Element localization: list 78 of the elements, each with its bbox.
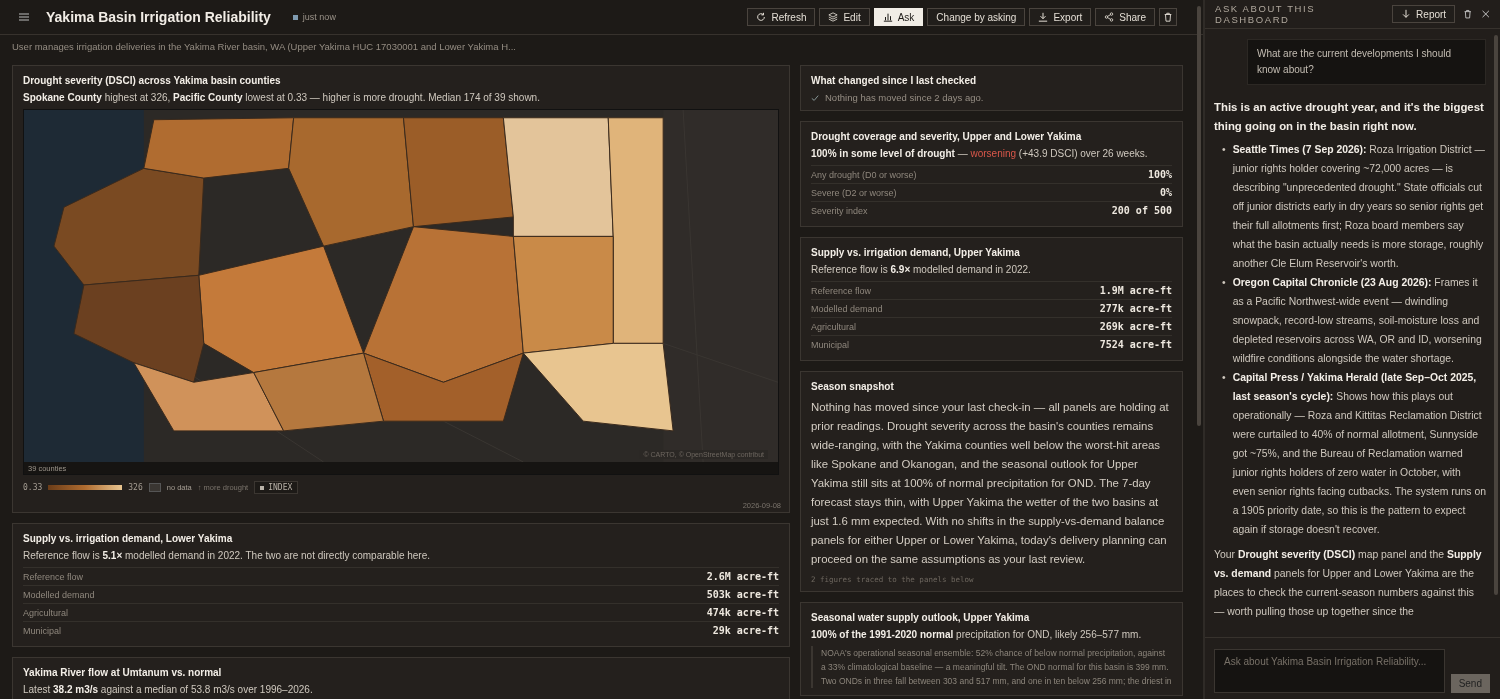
- metric-value: 277k acre-ft: [1099, 303, 1172, 314]
- toolbar-button[interactable]: Export: [1029, 8, 1092, 26]
- panel-title: Seasonal water supply outlook, Upper Yakima: [811, 612, 1031, 623]
- bar-chart-icon: [882, 12, 893, 22]
- metric-value: 100%: [1147, 169, 1172, 180]
- index-toggle[interactable]: INDEX: [254, 481, 299, 494]
- metric-label: Any drought (D0 or worse): [811, 169, 917, 180]
- panel-summary: Reference flow is 5.1× modelled demand in 2022. The two are not directly comparable here.: [23, 550, 431, 561]
- question-input[interactable]: Ask about Yakima Basin Irrigation Reliability...: [1214, 649, 1445, 693]
- panel-title: Drought severity (DSCI) across Yakima basin counties: [23, 75, 282, 86]
- metric-value: 474k acre-ft: [706, 607, 779, 618]
- menu-icon[interactable]: [18, 11, 30, 23]
- toolbar-button[interactable]: Refresh: [747, 8, 816, 26]
- metric-value: 200 of 500: [1111, 205, 1172, 216]
- dashboard-title: Yakima Basin Irrigation Reliability: [46, 9, 271, 25]
- metric-label: Modelled demand: [811, 303, 883, 314]
- metric-value: 1.9M acre-ft: [1099, 285, 1172, 296]
- metric-label: Agricultural: [811, 321, 857, 332]
- panel-summary: 100% in some level of drought — worsening (+43.9 DSCI) over 26 weeks.: [811, 148, 1149, 159]
- metric-value: 2.6M acre-ft: [706, 571, 779, 582]
- trash-icon[interactable]: [1463, 9, 1473, 19]
- legend-min: 0.33: [23, 483, 43, 492]
- metric-value: 503k acre-ft: [706, 589, 779, 600]
- legend-max: 326: [128, 483, 143, 492]
- bullet-marker: •: [1222, 276, 1226, 290]
- answer-bullet: Seattle Times (7 Sep 2026): Roza Irrigation District — junior rights holder covering ~72,000 acres — is describing "unprecedented drought." State officials cut off junior districts early in dry years so senior rights get their full allotments first; Roza board members say what the basin actually needs is more storage, roughly another Cle Elum Reservoir's worth.: [1232, 143, 1486, 271]
- metric-label: Reference flow: [811, 285, 872, 296]
- metric-label: Severity index: [811, 205, 868, 216]
- trash-icon: [1163, 12, 1173, 22]
- bullet-marker: •: [1222, 371, 1226, 385]
- toolbar-button[interactable]: Ask: [873, 8, 924, 26]
- metric-label: Municipal: [23, 625, 62, 636]
- no-data-swatch: [148, 483, 161, 492]
- panel-title: Season snapshot: [811, 381, 895, 392]
- panel-title: Supply vs. irrigation demand, Upper Yakima: [811, 247, 1021, 258]
- panel-title: What changed since I last checked: [811, 75, 978, 86]
- layers-icon: [828, 12, 839, 22]
- metric-value: 29k acre-ft: [712, 625, 779, 636]
- panel-title: Yakima River flow at Umtanum vs. normal: [23, 667, 223, 678]
- change-note: Nothing has moved since 2 days ago.: [825, 92, 984, 103]
- user-message: What are the current developments I should know about?: [1247, 39, 1486, 85]
- panel-title: Drought coverage and severity, Upper and Lower Yakima: [811, 131, 1083, 142]
- share-icon: [1104, 12, 1115, 22]
- dashboard-description: User manages irrigation deliveries in the Yakima River basin, WA (Upper Yakima HUC 17030001 and Lower Yakima H...: [11, 40, 517, 54]
- delete-button[interactable]: [1159, 8, 1177, 26]
- panel-summary: Latest 38.2 m3/s against a median of 53.8 m3/s over 1996–2026.: [23, 684, 314, 695]
- metric-label: Modelled demand: [23, 589, 95, 600]
- snapshot-text: Nothing has moved since your last check-in — all panels are holding at prior readings. Drought severity across the basin's counties remains wide-ranging, with the Yakima counties well below the worst-hit areas like Spokane and Okanogan, and the seasonal outlook for Upper Yakima still sits at 100% of normal precipitation for OND. The 7-day forecast stays thin, with Upper Yakima the wetter of the two basins at just 1.6 mm expected. With no shifts in the supply-vs-demand balance panels for either Upper or Lower Yakima, today's delivery planning can proceed on the same assumptions as your last review.: [811, 400, 1170, 567]
- toolbar-button[interactable]: Change by asking: [927, 8, 1026, 26]
- toolbar-button[interactable]: Edit: [819, 8, 870, 26]
- metric-label: Municipal: [811, 339, 850, 350]
- metric-value: 7524 acre-ft: [1099, 339, 1172, 350]
- check-icon: [811, 93, 819, 102]
- download-icon: [1401, 9, 1412, 19]
- metric-value: 269k acre-ft: [1099, 321, 1172, 332]
- outlook-quote: NOAA's operational seasonal ensemble: 52% chance of below normal precipitation, against a 33% climatological baseline — a meaningful tilt. The OND normal for this basin is 399 mm. Two ONDs in three fall between 303 and 517 mm, and one in ten below 256 mm; the driest in: [811, 646, 1172, 688]
- scrollbar[interactable]: [1197, 6, 1201, 426]
- panel-summary: 100% of the 1991-2020 normal precipitation for OND, likely 256–577 mm.: [811, 629, 1143, 640]
- panel-title: Supply vs. irrigation demand, Lower Yakima: [23, 533, 234, 544]
- answer-bullet: Oregon Capital Chronicle (23 Aug 2026): Frames it as a Pacific Northwest-wide event — dwindling snowpack, record-low streams, soil-moisture loss and depleted reservoirs across WA, OR and ID, worsening wildfire conditions alongside the water shortage.: [1232, 276, 1483, 366]
- metric-label: Agricultural: [23, 607, 69, 618]
- scrollbar[interactable]: [1494, 35, 1498, 595]
- updated-time: just now: [302, 12, 336, 22]
- answer-intro: This is an active drought year, and it's the biggest thing going on in the basin right now.: [1214, 100, 1485, 134]
- metric-label: Severe (D2 or worse): [811, 187, 897, 198]
- close-icon[interactable]: [1480, 9, 1490, 19]
- download-icon: [1038, 12, 1049, 22]
- refresh-icon: [756, 12, 767, 22]
- answer-bullet: Capital Press / Yakima Herald (late Sep–Oct 2025, last season's cycle): Shows how this plays out operationally — Roza and Kittitas Reclamation District were curtailed to 40% of normal allotment, Sunnyside got ~75%, and the Bureau of Reclamation warned junior rights holders of zero water in October, with even senior rights facing cutbacks. The system runs on a 1905 priority date, so this is the pattern to expect again if storage doesn't recover.: [1232, 371, 1486, 537]
- panel-summary: Spokane County highest at 326, Pacific County lowest at 0.33 — higher is more drought. Median 174 of 39 shown.: [23, 92, 541, 103]
- report-button[interactable]: Report: [1392, 5, 1456, 23]
- toolbar-button[interactable]: Share: [1095, 8, 1155, 26]
- chat-title: ASK ABOUT THIS DASHBOARD: [1215, 3, 1317, 25]
- bullet-marker: •: [1222, 143, 1226, 157]
- metric-label: Reference flow: [23, 571, 84, 582]
- panel-summary: Reference flow is 6.9× modelled demand in 2022.: [811, 264, 1032, 275]
- metric-value: 0%: [1159, 187, 1172, 198]
- answer-paragraph: Your Drought severity (DSCI) map panel and the Supply vs. demand panels for Upper and Lower Yakima are the places to check the current-season numbers against this — worth pulling those up together since the: [1214, 548, 1483, 619]
